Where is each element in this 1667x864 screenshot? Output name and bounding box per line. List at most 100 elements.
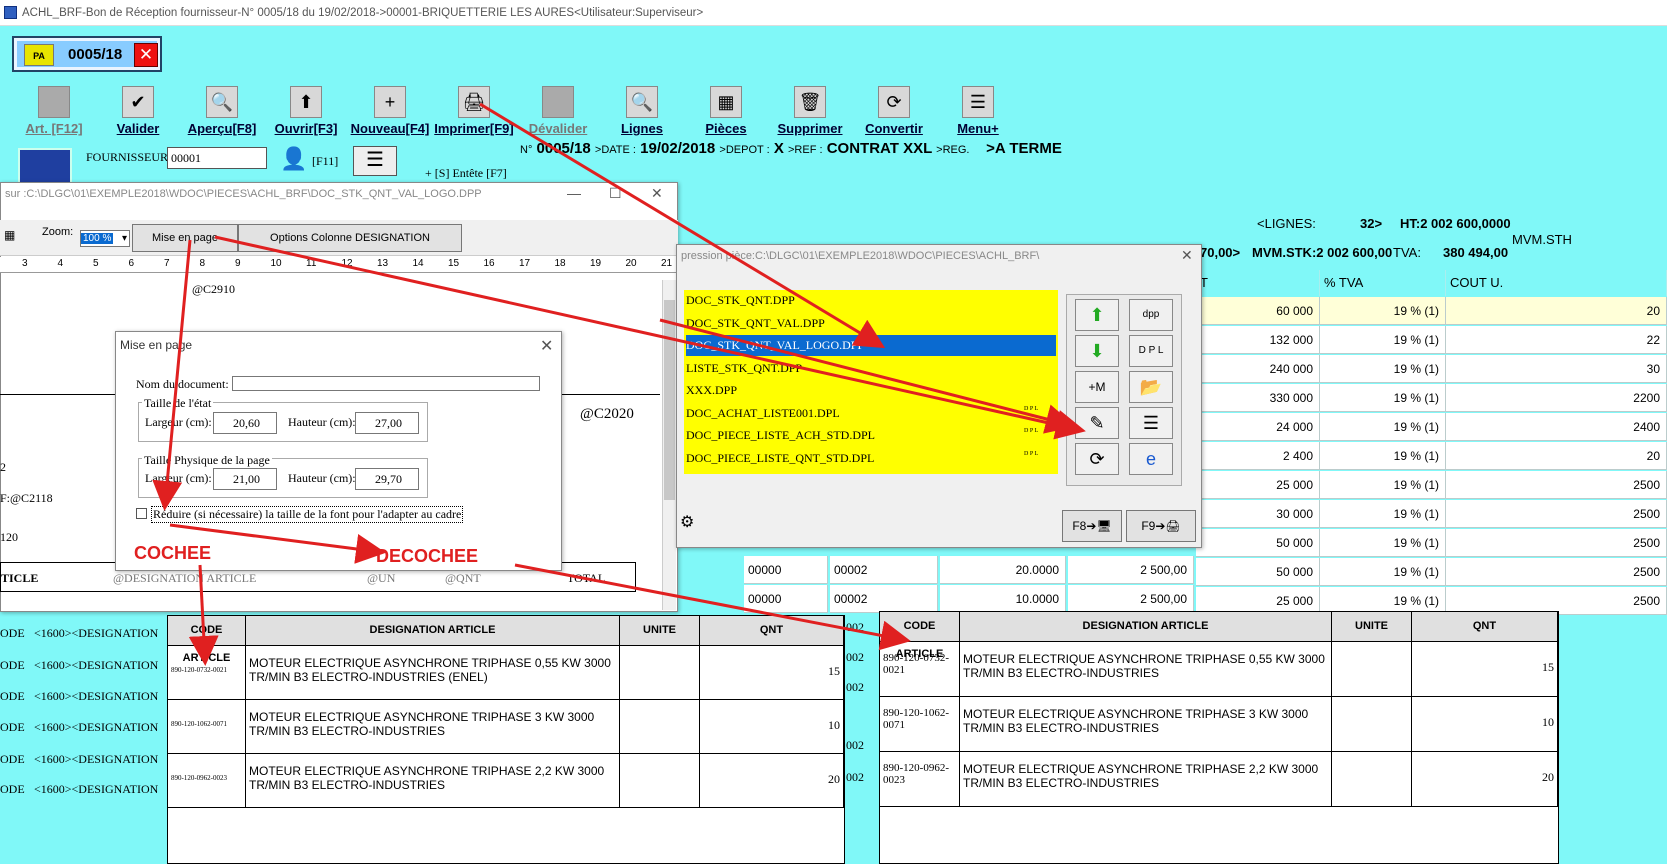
grid-cell[interactable]: 19 % (1) [1320, 529, 1446, 557]
grid-cell[interactable]: 2500 [1446, 529, 1667, 557]
arrow-up-icon[interactable]: ⬆ [1075, 299, 1119, 331]
grid-cell[interactable]: 19 % (1) [1320, 471, 1446, 499]
grid-cell[interactable]: 22 [1446, 326, 1667, 354]
template-list-item[interactable]: DOC_STK_QNT.DPP [686, 290, 1056, 311]
grid-cell[interactable]: 50 000 [1196, 558, 1320, 586]
add-m-button[interactable]: +M [1075, 371, 1119, 403]
phys-hauteur-input[interactable]: 29,70 [355, 468, 419, 490]
toolbar-button-4[interactable]: + Nouveau[F4] [348, 82, 432, 136]
grid-cell[interactable]: 24 000 [1196, 413, 1320, 441]
close-document-button[interactable]: ✕ [134, 43, 158, 67]
grid-header[interactable]: % TVA [1320, 270, 1446, 296]
grid-cell[interactable]: 25 000 [1196, 471, 1320, 499]
grid-cell[interactable]: 20 [1446, 297, 1667, 325]
zoom-select[interactable]: 100 % ▾ [80, 230, 130, 247]
grid-cell[interactable]: 19 % (1) [1320, 558, 1446, 586]
arrow-down-icon[interactable]: ⬇ [1075, 335, 1119, 367]
template-list-item[interactable]: DOC_STK_QNT_VAL.DPP [686, 313, 1056, 334]
edit-template-icon[interactable]: ✎ [1075, 407, 1119, 439]
editor-scrollbar[interactable] [662, 280, 676, 610]
fournisseur-input[interactable]: 00001 [167, 147, 267, 169]
close-icon[interactable]: ✕ [651, 185, 663, 202]
grid-cell[interactable]: 00000 [744, 556, 828, 584]
etat-largeur-input[interactable]: 20,60 [213, 412, 277, 434]
grid-cell[interactable]: 00000 [744, 585, 828, 613]
tools-icon[interactable]: ⚙ [680, 512, 714, 540]
grid-cell[interactable]: 19 % (1) [1320, 326, 1446, 354]
grid-cell[interactable]: 19 % (1) [1320, 413, 1446, 441]
grid-cell[interactable]: 2200 [1446, 384, 1667, 412]
minimize-icon[interactable]: — [567, 185, 581, 201]
template-list-item[interactable]: DOC_PIECE_LISTE_ACH_STD.DPL D P L [686, 425, 1056, 446]
dialog-close-icon[interactable]: ✕ [540, 336, 553, 356]
etat-hauteur-input[interactable]: 27,00 [355, 412, 419, 434]
grid-cell[interactable]: 240 000 [1196, 355, 1320, 383]
grid-header[interactable]: T [1196, 270, 1320, 296]
grid-cell[interactable]: 30 [1446, 355, 1667, 383]
toolbar-button-7[interactable]: 🔍 Lignes [600, 82, 684, 136]
nom-input[interactable] [232, 376, 540, 391]
mise-en-page-button[interactable]: Mise en page [132, 224, 238, 252]
toolbar-button-8[interactable]: ▦ Pièces [684, 82, 768, 136]
phys-largeur-input[interactable]: 21,00 [213, 468, 277, 490]
grid-cell[interactable]: 00002 [830, 585, 938, 613]
grid-cell[interactable]: 2 400 [1196, 442, 1320, 470]
grid-cell[interactable]: 30 000 [1196, 500, 1320, 528]
editor-designation: <1600><DESIGNATION [34, 782, 159, 796]
reduire-checkbox[interactable] [136, 508, 147, 519]
template-list[interactable]: DOC_STK_QNT.DPP DOC_STK_QNT_VAL.DPP DOC_ST… [684, 290, 1058, 474]
grid-cell[interactable]: 2500 [1446, 500, 1667, 528]
grid-cell[interactable]: 2 500,00 [1068, 585, 1194, 613]
toolbar-button-2[interactable]: 🔍 Aperçu[F8] [180, 82, 264, 136]
scrollbar-thumb[interactable] [664, 300, 675, 500]
toolbar-button-5[interactable]: 🖨 Imprimer[F9] [432, 82, 516, 136]
print-close-icon[interactable]: ✕ [1181, 247, 1193, 264]
grid-cell[interactable]: 00002 [830, 556, 938, 584]
web-icon[interactable]: e [1129, 443, 1173, 475]
grid-cell[interactable]: 19 % (1) [1320, 384, 1446, 412]
dpp-icon[interactable]: dpp [1129, 299, 1173, 331]
settings-icon[interactable]: ☰ [1129, 407, 1173, 439]
grid-cell[interactable]: 19 % (1) [1320, 500, 1446, 528]
grid-cell[interactable]: 60 000 [1196, 297, 1320, 325]
options-designation-button[interactable]: Options Colonne DESIGNATION [238, 224, 462, 252]
folder-icon[interactable]: 📂 [1129, 371, 1173, 403]
hamburger-icon[interactable]: ☰ [353, 146, 397, 176]
grid-cell[interactable]: 20.0000 [940, 556, 1066, 584]
grid-cell[interactable]: 2 500,00 [1068, 556, 1194, 584]
toolbar-button-3[interactable]: ⬆ Ouvrir[F3] [264, 82, 348, 136]
grid-cell[interactable]: 20 [1446, 442, 1667, 470]
f9-print-button[interactable]: F9➔🖨 [1126, 510, 1196, 542]
template-list-item[interactable]: XXX.DPP [686, 380, 1056, 401]
template-list-item[interactable]: DOC_ACHAT_LISTE001.DPL D P L [686, 403, 1056, 424]
template-list-item[interactable]: LISTE_STK_QNT.DPP [686, 358, 1056, 379]
toolbar-button-11[interactable]: ☰ Menu+ [936, 82, 1020, 136]
template-list-item[interactable]: DOC_STK_QNT_VAL_LOGO.DPP [686, 335, 1056, 356]
grid-cell[interactable]: 2400 [1446, 413, 1667, 441]
grid-cell[interactable]: 132 000 [1196, 326, 1320, 354]
grid-cell[interactable]: 19 % (1) [1320, 355, 1446, 383]
template-list-item[interactable]: DOC_PIECE_LISTE_QNT_STD.DPL D P L [686, 448, 1056, 469]
dpl-icon[interactable]: D P L [1129, 335, 1173, 367]
grid-header[interactable]: COUT U. [1446, 270, 1667, 296]
user-icon[interactable]: 👤 [280, 147, 307, 173]
grid-cell[interactable]: 19 % (1) [1320, 442, 1446, 470]
toolbar-button-9[interactable]: 🗑 Supprimer [768, 82, 852, 136]
f8-preview-button[interactable]: F8➔🖥 [1062, 510, 1122, 542]
toolbar-button-10[interactable]: ⟳ Convertir [852, 82, 936, 136]
grid-cell[interactable]: 330 000 [1196, 384, 1320, 412]
toolbar-button-0[interactable]: Art. [F12] [12, 82, 96, 136]
f11-label[interactable]: [F11] [312, 154, 338, 169]
entete-button[interactable]: + [S] Entête [F7] [425, 166, 507, 181]
grid-icon[interactable]: ▦ [4, 228, 15, 242]
grid-cell[interactable]: 2500 [1446, 471, 1667, 499]
toolbar-button-1[interactable]: ✔ Valider [96, 82, 180, 136]
toolbar-button-6[interactable]: Dévalider [516, 82, 600, 136]
reduire-label: Réduire (si nécessaire) la taille de la … [151, 506, 464, 523]
refresh-icon[interactable]: ⟳ [1075, 443, 1119, 475]
maximize-icon[interactable]: ☐ [609, 185, 622, 202]
grid-cell[interactable]: 50 000 [1196, 529, 1320, 557]
grid-cell[interactable]: 19 % (1) [1320, 297, 1446, 325]
grid-cell[interactable]: 2500 [1446, 558, 1667, 586]
grid-cell[interactable]: 10.0000 [940, 585, 1066, 613]
